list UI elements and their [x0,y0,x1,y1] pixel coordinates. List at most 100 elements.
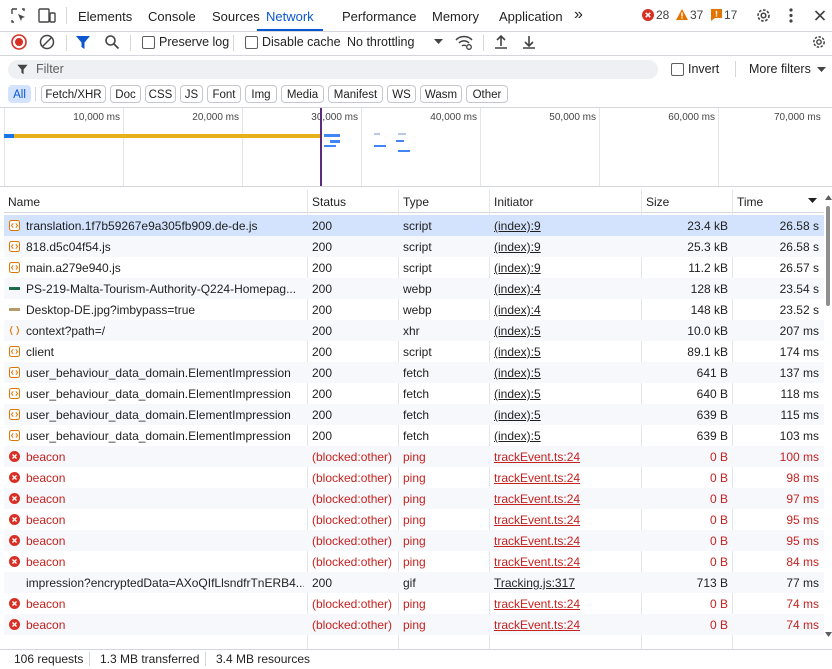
cell-initiator[interactable]: trackEvent.ts:24 [494,593,640,614]
scroll-up-arrow-icon[interactable] [825,195,832,200]
preserve-log-checkbox[interactable] [142,36,155,49]
column-header-status[interactable]: Status [312,195,346,209]
table-row[interactable]: 818.d5c04f54.js 200 script (index):9 25.3 kB… [4,236,824,257]
cell-initiator[interactable]: (index):4 [494,278,640,299]
tab-console[interactable]: Console [148,0,196,31]
throttling-select[interactable]: No throttling [347,35,414,49]
export-har-icon[interactable] [522,34,536,50]
type-filter-media[interactable]: Media [281,85,324,103]
table-row[interactable]: beacon (blocked:other) ping trackEvent.ts:2… [4,551,824,572]
column-header-initiator[interactable]: Initiator [494,195,533,209]
search-icon[interactable] [104,34,120,50]
type-filter-ws[interactable]: WS [387,85,416,103]
type-filter-all[interactable]: All [8,85,31,103]
cell-initiator[interactable]: (index):9 [494,257,640,278]
scrollbar-thumb[interactable] [826,206,830,306]
table-row[interactable]: user_behaviour_data_domain.ElementImpres… [4,383,824,404]
disable-cache-checkbox[interactable] [245,36,258,49]
table-row[interactable]: translation.1f7b59267e9a305fb909.de-de.j… [4,215,824,236]
network-conditions-icon[interactable] [455,34,473,50]
filter-input-box[interactable]: Filter [8,60,658,79]
cell-initiator[interactable]: trackEvent.ts:24 [494,509,640,530]
table-row[interactable]: beacon (blocked:other) ping trackEvent.ts:2… [4,614,824,635]
type-filter-other[interactable]: Other [466,85,508,103]
table-row[interactable]: PS-219-Malta-Tourism-Authority-Q224-Home… [4,278,824,299]
cell-initiator[interactable]: (index):9 [494,236,640,257]
tab-network[interactable]: Network [257,0,323,31]
cell-initiator[interactable]: (index):4 [494,299,640,320]
clear-icon[interactable] [39,34,55,50]
cell-initiator[interactable]: trackEvent.ts:24 [494,530,640,551]
table-row[interactable]: beacon (blocked:other) ping trackEvent.ts:2… [4,530,824,551]
device-toolbar-icon[interactable] [38,7,56,24]
table-row[interactable]: Desktop-DE.jpg?imbypass=true 200 webp (inde… [4,299,824,320]
error-circle-icon [9,619,20,630]
column-header-size[interactable]: Size [646,195,669,209]
table-row[interactable]: user_behaviour_data_domain.ElementImpres… [4,362,824,383]
record-stop-icon[interactable] [11,34,27,50]
table-row[interactable]: client 200 script (index):5 89.1 kB 174 ms [4,341,824,362]
devtools-tab-bar: Elements Console Sources Network Perform… [0,0,832,32]
close-devtools-icon[interactable] [814,7,826,24]
cell-initiator[interactable]: trackEvent.ts:24 [494,446,640,467]
cell-initiator[interactable]: trackEvent.ts:24 [494,488,640,509]
type-filter-fetch-xhr[interactable]: Fetch/XHR [41,85,106,103]
table-row[interactable]: user_behaviour_data_domain.ElementImpres… [4,425,824,446]
cell-initiator[interactable]: (index):5 [494,341,640,362]
cell-initiator[interactable]: trackEvent.ts:24 [494,551,640,572]
cell-initiator[interactable]: Tracking.js:317 [494,572,640,593]
type-filter-wasm[interactable]: Wasm [420,85,462,103]
type-filter-css[interactable]: CSS [145,85,176,103]
cell-status: (blocked:other) [312,618,393,632]
filter-funnel-icon[interactable] [76,35,90,50]
table-row[interactable]: main.a279e940.js 200 script (index):9 11.2 k… [4,257,824,278]
chevron-down-icon[interactable] [817,67,826,73]
cell-initiator[interactable]: (index):5 [494,425,640,446]
chevron-down-icon[interactable] [434,39,443,45]
more-filters-button[interactable]: More filters [749,62,811,76]
filter-input[interactable]: Filter [36,62,64,76]
table-row[interactable]: beacon (blocked:other) ping trackEvent.ts:2… [4,467,824,488]
type-filter-doc[interactable]: Doc [110,85,141,103]
type-filter-font[interactable]: Font [207,85,241,103]
cell-initiator[interactable]: trackEvent.ts:24 [494,467,640,488]
cell-initiator[interactable]: (index):5 [494,383,640,404]
table-scrollbar[interactable] [824,190,832,649]
warning-count-icon[interactable] [676,9,688,20]
cell-initiator[interactable]: (index):9 [494,215,640,236]
network-settings-gear-icon[interactable] [811,34,827,50]
column-header-name[interactable]: Name [8,195,40,209]
type-filter-img[interactable]: Img [245,85,277,103]
tab-elements[interactable]: Elements [78,0,132,31]
cell-initiator[interactable]: (index):5 [494,320,640,341]
table-row[interactable]: context?path=/ 200 xhr (index):5 10.0 kB 207 … [4,320,824,341]
table-row[interactable]: impression?encryptedData=AXoQIfLlsndfrTn… [4,572,824,593]
tab-sources[interactable]: Sources [212,0,260,31]
type-filter-manifest[interactable]: Manifest [328,85,383,103]
settings-gear-icon[interactable] [755,7,772,24]
more-options-icon[interactable] [788,7,794,24]
table-row[interactable]: user_behaviour_data_domain.ElementImpres… [4,404,824,425]
table-row[interactable]: beacon (blocked:other) ping trackEvent.ts:2… [4,488,824,509]
column-header-time[interactable]: Time [737,195,763,209]
cell-initiator[interactable]: trackEvent.ts:24 [494,614,640,635]
cell-initiator[interactable]: (index):5 [494,362,640,383]
table-row[interactable]: beacon (blocked:other) ping trackEvent.ts:2… [4,509,824,530]
tab-application[interactable]: Application [499,0,563,31]
overview-gridline [718,108,719,186]
cell-initiator[interactable]: (index):5 [494,404,640,425]
issues-count-icon[interactable] [711,9,722,21]
import-har-icon[interactable] [494,34,508,50]
inspect-element-icon[interactable] [10,7,28,24]
error-count-icon[interactable] [642,9,654,21]
tab-performance[interactable]: Performance [342,0,416,31]
invert-checkbox[interactable] [671,63,684,76]
type-filter-js[interactable]: JS [180,85,203,103]
scroll-down-arrow-icon[interactable] [825,632,832,637]
error-circle-icon [9,535,20,546]
table-row[interactable]: beacon (blocked:other) ping trackEvent.ts:2… [4,446,824,467]
column-header-type[interactable]: Type [403,195,429,209]
tab-memory[interactable]: Memory [432,0,479,31]
more-tabs-button[interactable]: » [574,0,583,31]
table-row[interactable]: beacon (blocked:other) ping trackEvent.ts:2… [4,593,824,614]
